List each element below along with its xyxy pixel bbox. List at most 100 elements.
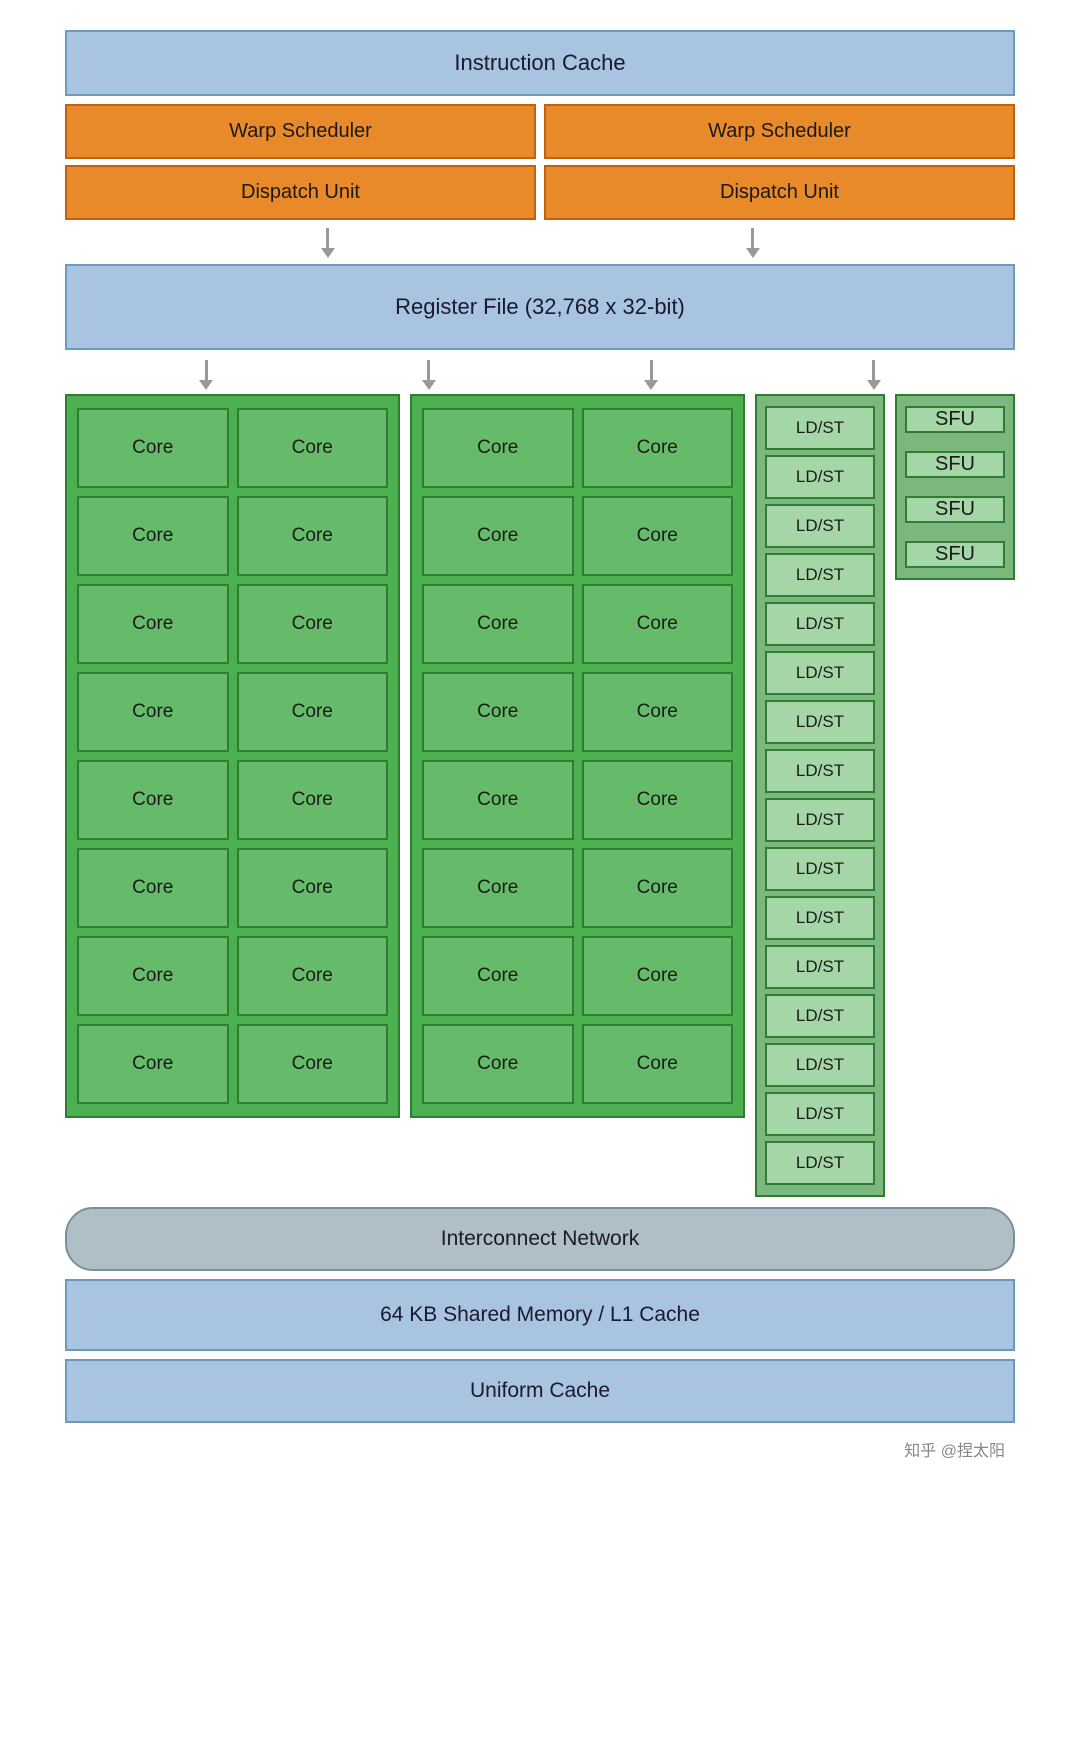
core-1-14: Core [237,936,389,1016]
core-2-6: Core [582,584,734,664]
ldst-2: LD/ST [765,455,875,499]
ldst-11: LD/ST [765,896,875,940]
core-row-2-3: Core Core [422,584,733,664]
core-1-12: Core [237,848,389,928]
ldst-10: LD/ST [765,847,875,891]
interconnect-block: Interconnect Network [65,1207,1015,1271]
core-row-1-8: Core Core [77,1024,388,1104]
core-row-1-2: Core Core [77,496,388,576]
core-2-13: Core [422,936,574,1016]
warp-scheduler-2: Warp Scheduler [544,104,1015,159]
watermark: 知乎 @捏太阳 [65,1437,1015,1461]
core-row-1-4: Core Core [77,672,388,752]
core-2-12: Core [582,848,734,928]
core-1-4: Core [237,496,389,576]
core-1-11: Core [77,848,229,928]
main-blocks-row: Core Core Core Core Core Core Core Core … [65,394,1015,1197]
core-2-2: Core [582,408,734,488]
dispatch-unit-1: Dispatch Unit [65,165,536,220]
warp-scheduler-1: Warp Scheduler [65,104,536,159]
core-row-2-7: Core Core [422,936,733,1016]
arrows-to-register-file [65,228,1015,258]
arrow-2 [746,228,760,258]
core-1-7: Core [77,672,229,752]
core-1-6: Core [237,584,389,664]
core-2-15: Core [422,1024,574,1104]
arrow-unit-2 [422,360,436,390]
core-2-10: Core [582,760,734,840]
core-2-7: Core [422,672,574,752]
core-1-3: Core [77,496,229,576]
sfu-4: SFU [905,541,1005,568]
core-1-10: Core [237,760,389,840]
sfu-panel: SFU SFU SFU SFU [895,394,1015,580]
ldst-9: LD/ST [765,798,875,842]
register-file-block: Register File (32,768 x 32-bit) [65,264,1015,350]
ldst-panel: LD/ST LD/ST LD/ST LD/ST LD/ST LD/ST LD/S… [755,394,885,1197]
instruction-cache-block: Instruction Cache [65,30,1015,96]
sfu-1: SFU [905,406,1005,433]
core-1-2: Core [237,408,389,488]
core-2-5: Core [422,584,574,664]
core-row-1-5: Core Core [77,760,388,840]
core-row-1-6: Core Core [77,848,388,928]
ldst-12: LD/ST [765,945,875,989]
ldst-3: LD/ST [765,504,875,548]
core-1-8: Core [237,672,389,752]
core-1-13: Core [77,936,229,1016]
arrows-to-units [65,360,1015,390]
core-row-2-2: Core Core [422,496,733,576]
core-row-1-1: Core Core [77,408,388,488]
core-2-9: Core [422,760,574,840]
core-1-15: Core [77,1024,229,1104]
core-row-1-7: Core Core [77,936,388,1016]
ldst-15: LD/ST [765,1092,875,1136]
core-2-1: Core [422,408,574,488]
ldst-8: LD/ST [765,749,875,793]
core-2-3: Core [422,496,574,576]
core-panel-1: Core Core Core Core Core Core Core Core … [65,394,400,1118]
ldst-14: LD/ST [765,1043,875,1087]
diagram-container: Instruction Cache Warp Scheduler Warp Sc… [40,30,1040,1461]
core-row-2-8: Core Core [422,1024,733,1104]
ldst-6: LD/ST [765,651,875,695]
core-row-1-3: Core Core [77,584,388,664]
instruction-cache-label: Instruction Cache [454,50,625,75]
core-row-2-4: Core Core [422,672,733,752]
core-row-2-1: Core Core [422,408,733,488]
uniform-cache-block: Uniform Cache [65,1359,1015,1423]
core-1-1: Core [77,408,229,488]
arrow-1 [321,228,335,258]
core-2-14: Core [582,936,734,1016]
core-panel-2: Core Core Core Core Core Core Core Core … [410,394,745,1118]
shared-memory-label: 64 KB Shared Memory / L1 Cache [380,1303,700,1326]
core-1-16: Core [237,1024,389,1104]
register-file-label: Register File (32,768 x 32-bit) [395,294,685,319]
arrow-unit-1 [199,360,213,390]
sfu-3: SFU [905,496,1005,523]
dispatch-unit-2: Dispatch Unit [544,165,1015,220]
ldst-13: LD/ST [765,994,875,1038]
arrow-unit-3 [644,360,658,390]
core-1-5: Core [77,584,229,664]
watermark-text: 知乎 @捏太阳 [904,1437,1005,1461]
core-1-9: Core [77,760,229,840]
ldst-16: LD/ST [765,1141,875,1185]
ldst-7: LD/ST [765,700,875,744]
uniform-cache-label: Uniform Cache [470,1379,610,1402]
ldst-4: LD/ST [765,553,875,597]
core-2-8: Core [582,672,734,752]
core-row-2-5: Core Core [422,760,733,840]
sfu-2: SFU [905,451,1005,478]
dispatch-unit-row: Dispatch Unit Dispatch Unit [65,165,1015,220]
core-row-2-6: Core Core [422,848,733,928]
core-2-16: Core [582,1024,734,1104]
core-2-11: Core [422,848,574,928]
ldst-5: LD/ST [765,602,875,646]
core-2-4: Core [582,496,734,576]
arrow-unit-4 [867,360,881,390]
shared-memory-block: 64 KB Shared Memory / L1 Cache [65,1279,1015,1351]
interconnect-label: Interconnect Network [441,1227,639,1250]
warp-scheduler-row: Warp Scheduler Warp Scheduler [65,104,1015,159]
ldst-1: LD/ST [765,406,875,450]
